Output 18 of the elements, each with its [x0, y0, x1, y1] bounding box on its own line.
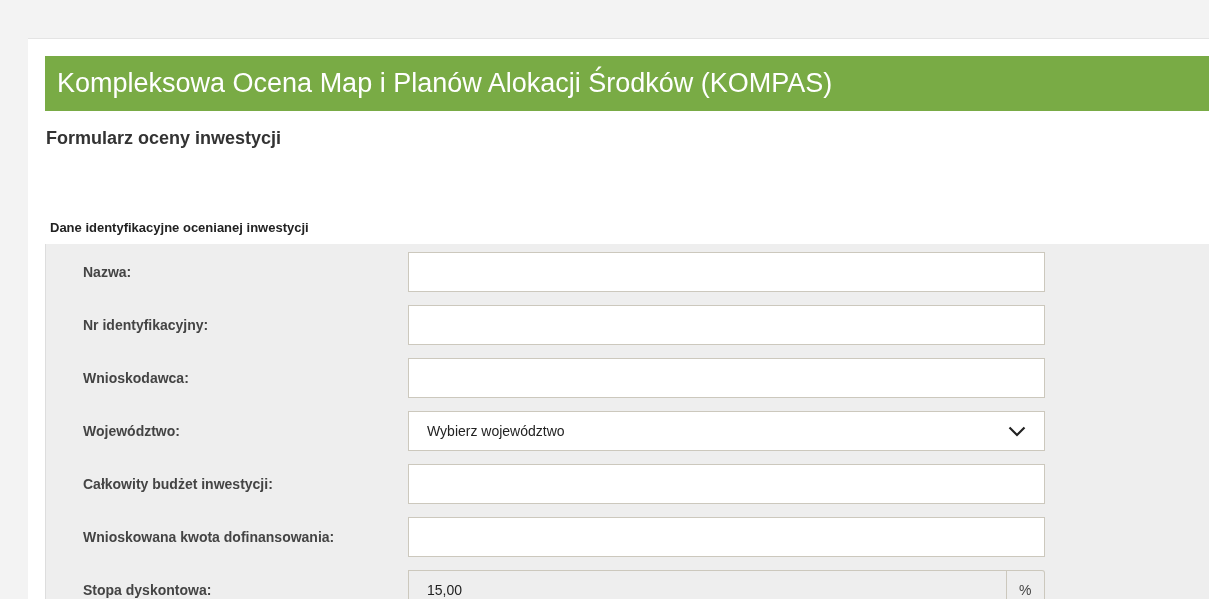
text-field[interactable]: [408, 305, 1045, 345]
text-field[interactable]: [408, 252, 1045, 292]
text-field[interactable]: [408, 464, 1045, 504]
app-header-bar: Kompleksowa Ocena Map i Planów Alokacji Środków (KOMPAS): [45, 56, 1209, 111]
field-label: Województwo:: [83, 421, 181, 441]
field-label: Wnioskowana kwota dofinansowania:: [83, 527, 336, 547]
field-label: Stopa dyskontowa:: [83, 580, 213, 599]
field-label: Wnioskodawca:: [83, 368, 190, 388]
text-field[interactable]: [408, 517, 1045, 557]
field-label: Całkowity budżet inwestycji:: [83, 474, 274, 494]
dropdown-field[interactable]: Wybierz województwo: [408, 411, 1045, 451]
field-label: Nr identyfikacyjny:: [83, 315, 210, 335]
unit-addon: %: [1006, 570, 1045, 599]
form-title: Formularz oceny inwestycji: [46, 127, 283, 150]
field-label: Nazwa:: [83, 262, 133, 282]
text-field[interactable]: [408, 358, 1045, 398]
chevron-down-icon: [1008, 425, 1026, 437]
section-title: Dane identyfikacyjne ocenianej inwestycji: [50, 219, 310, 237]
